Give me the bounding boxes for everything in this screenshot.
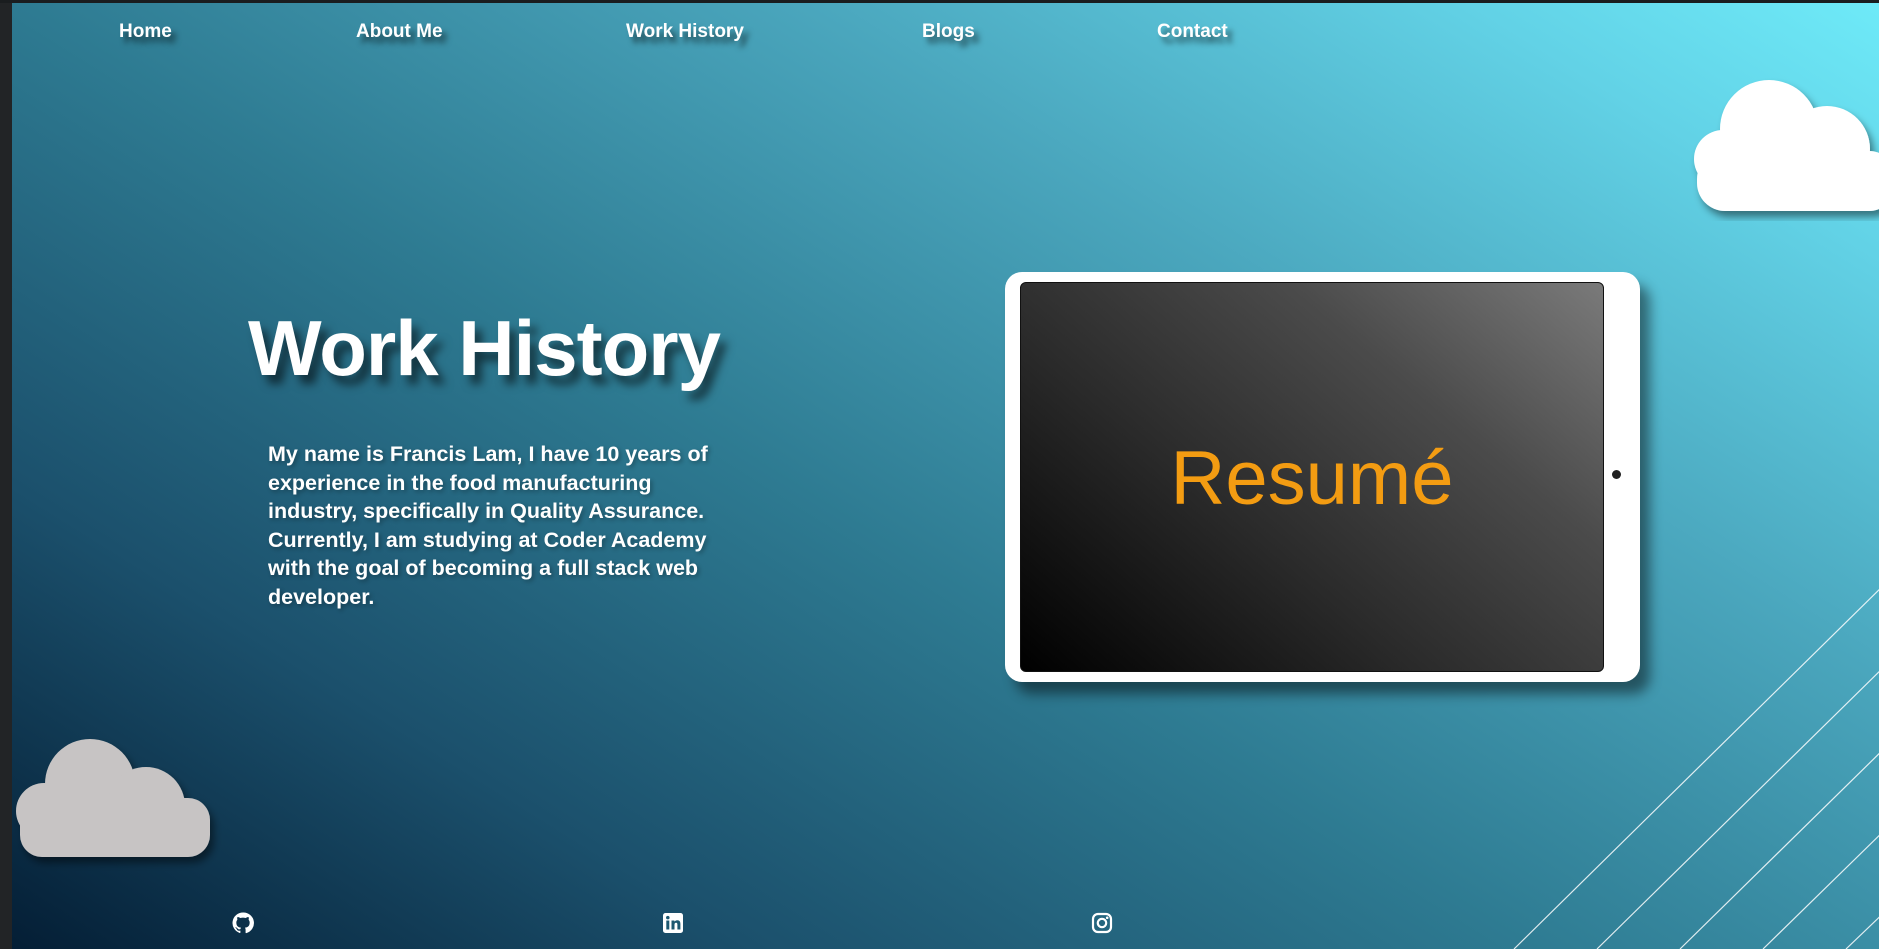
nav-about-me[interactable]: About Me <box>356 21 443 43</box>
cloud-white-decoration <box>1694 80 1879 211</box>
tablet-camera-dot <box>1612 470 1621 479</box>
diagonal-lines-decoration <box>1513 588 1879 949</box>
main-nav: Home About Me Work History Blogs Contact <box>12 21 1312 51</box>
window-left-edge <box>0 0 12 949</box>
nav-contact[interactable]: Contact <box>1157 21 1228 43</box>
nav-work-history[interactable]: Work History <box>626 21 744 43</box>
github-icon[interactable] <box>231 911 255 935</box>
page: Home About Me Work History Blogs Contact <box>12 3 1879 949</box>
cloud-grey-decoration <box>16 739 210 857</box>
bio-paragraph: My name is Francis Lam, I have 10 years … <box>268 442 708 609</box>
instagram-icon[interactable] <box>1090 911 1114 935</box>
nav-home[interactable]: Home <box>119 21 172 43</box>
linkedin-icon[interactable] <box>661 911 685 935</box>
page-title: Work History <box>248 304 721 392</box>
resume-label: Resumé <box>1170 436 1454 521</box>
nav-blogs[interactable]: Blogs <box>922 21 975 43</box>
